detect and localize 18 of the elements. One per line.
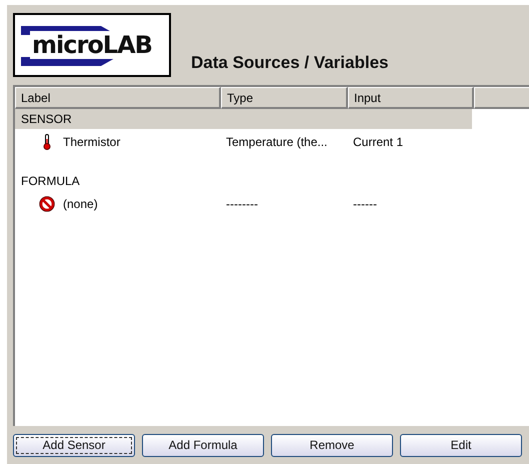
table-cell-text: Temperature (the... <box>225 135 328 149</box>
action-button[interactable]: Add Formula <box>142 434 264 457</box>
group-header[interactable]: SENSOR <box>15 109 472 129</box>
action-button[interactable]: Add Sensor <box>13 434 135 457</box>
group-header[interactable]: FORMULA <box>15 171 472 191</box>
table-cell-text: Current 1 <box>352 135 404 149</box>
column-header[interactable]: Label <box>15 87 221 109</box>
page-title: Data Sources / Variables <box>191 53 388 73</box>
action-button[interactable]: Remove <box>271 434 393 457</box>
table-cell: (none) <box>63 197 98 211</box>
prohibited-icon <box>39 196 55 212</box>
table-cell-text: ------ <box>352 197 378 211</box>
table-cell-text: -------- <box>225 197 259 211</box>
action-button[interactable]: Edit <box>400 434 522 457</box>
table-cell: Thermistor <box>63 135 120 149</box>
column-header[interactable]: Input <box>348 87 474 109</box>
logo-text: microLAB <box>30 31 154 59</box>
column-header[interactable]: Type <box>221 87 348 109</box>
